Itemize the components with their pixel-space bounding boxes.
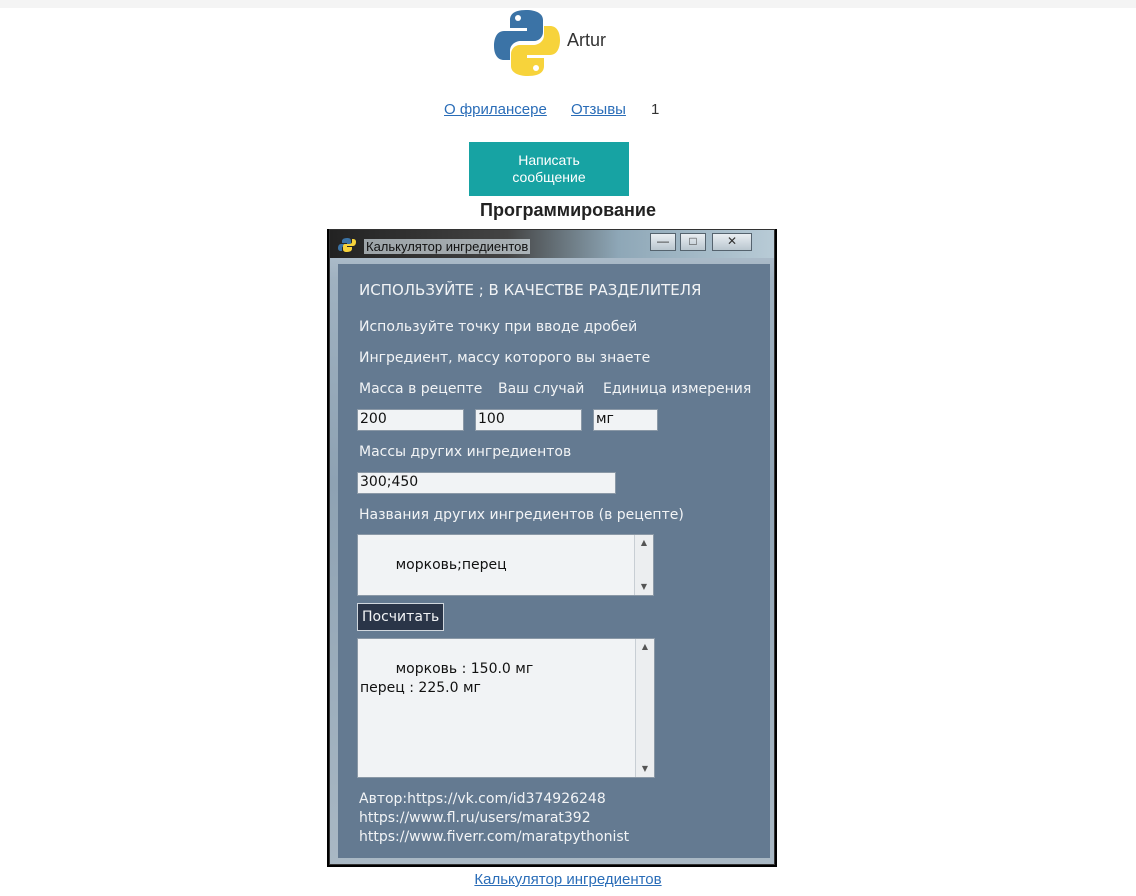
other-names-text: морковь;перец <box>395 557 507 573</box>
result-textarea[interactable]: морковь : 150.0 мг перец : 225.0 мг ▲ ▼ <box>357 638 655 778</box>
nav-link-about[interactable]: О фрилансере <box>444 101 547 118</box>
scroll-down-icon[interactable]: ▼ <box>635 579 653 595</box>
section-title: Программирование <box>480 200 656 220</box>
caption: Калькулятор ингредиентов <box>0 871 1136 888</box>
scroll-down-icon[interactable]: ▼ <box>636 761 654 777</box>
other-names-label: Названия других ингредиентов (в рецепте) <box>359 507 684 523</box>
reviews-count: 1 <box>651 101 660 118</box>
profile-name: Artur <box>567 30 607 50</box>
your-case-label: Ваш случай <box>498 381 585 397</box>
app-screenshot: Калькулятор ингредиентов — □ ✕ ИСПОЛЬЗУЙ… <box>327 229 777 867</box>
author-fiverr: https://www.fiverr.com/maratpythonist <box>359 829 630 845</box>
scroll-up-icon[interactable]: ▲ <box>636 639 654 655</box>
result-text: морковь : 150.0 мг перец : 225.0 мг <box>360 661 534 696</box>
other-masses-input[interactable]: 300;450 <box>357 472 616 494</box>
scrollbar[interactable]: ▲ ▼ <box>635 639 654 777</box>
unit-input[interactable]: мг <box>593 409 658 431</box>
scrollbar[interactable]: ▲ ▼ <box>634 535 653 595</box>
maximize-icon[interactable]: □ <box>680 233 706 251</box>
other-masses-label: Массы других ингредиентов <box>359 444 572 460</box>
app-client-area: ИСПОЛЬЗУЙТЕ ; В КАЧЕСТВЕ РАЗДЕЛИТЕЛЯ Исп… <box>338 264 770 858</box>
write-message-button[interactable]: Написать сообщение <box>469 142 629 196</box>
calculate-button[interactable]: Посчитать <box>357 603 445 631</box>
app-window: Калькулятор ингредиентов — □ ✕ ИСПОЛЬЗУЙ… <box>329 229 775 865</box>
window-title: Калькулятор ингредиентов <box>364 239 531 254</box>
nav-link-reviews[interactable]: Отзывы <box>571 101 626 118</box>
other-names-textarea[interactable]: морковь;перец ▲ ▼ <box>357 534 654 596</box>
scroll-up-icon[interactable]: ▲ <box>635 535 653 551</box>
caption-link[interactable]: Калькулятор ингредиентов <box>474 871 661 888</box>
python-app-icon <box>338 238 356 252</box>
close-icon[interactable]: ✕ <box>712 233 752 251</box>
your-mass-input[interactable]: 100 <box>475 409 582 431</box>
python-logo-icon <box>494 10 560 76</box>
window-titlebar: Калькулятор ингредиентов — □ ✕ <box>330 230 774 258</box>
minimize-icon[interactable]: — <box>650 233 676 251</box>
recipe-mass-label: Масса в рецепте <box>359 381 483 397</box>
author-fl: https://www.fl.ru/users/marat392 <box>359 810 591 826</box>
known-ingredient-label: Ингредиент, массу которого вы знаете <box>359 350 651 366</box>
separator-heading: ИСПОЛЬЗУЙТЕ ; В КАЧЕСТВЕ РАЗДЕЛИТЕЛЯ <box>359 281 702 299</box>
recipe-mass-input[interactable]: 200 <box>357 409 464 431</box>
top-strip <box>0 0 1136 8</box>
unit-label: Единица измерения <box>603 381 752 397</box>
author-vk: Автор:https://vk.com/id374926248 <box>359 791 606 807</box>
decimal-hint: Используйте точку при вводе дробей <box>359 319 638 335</box>
